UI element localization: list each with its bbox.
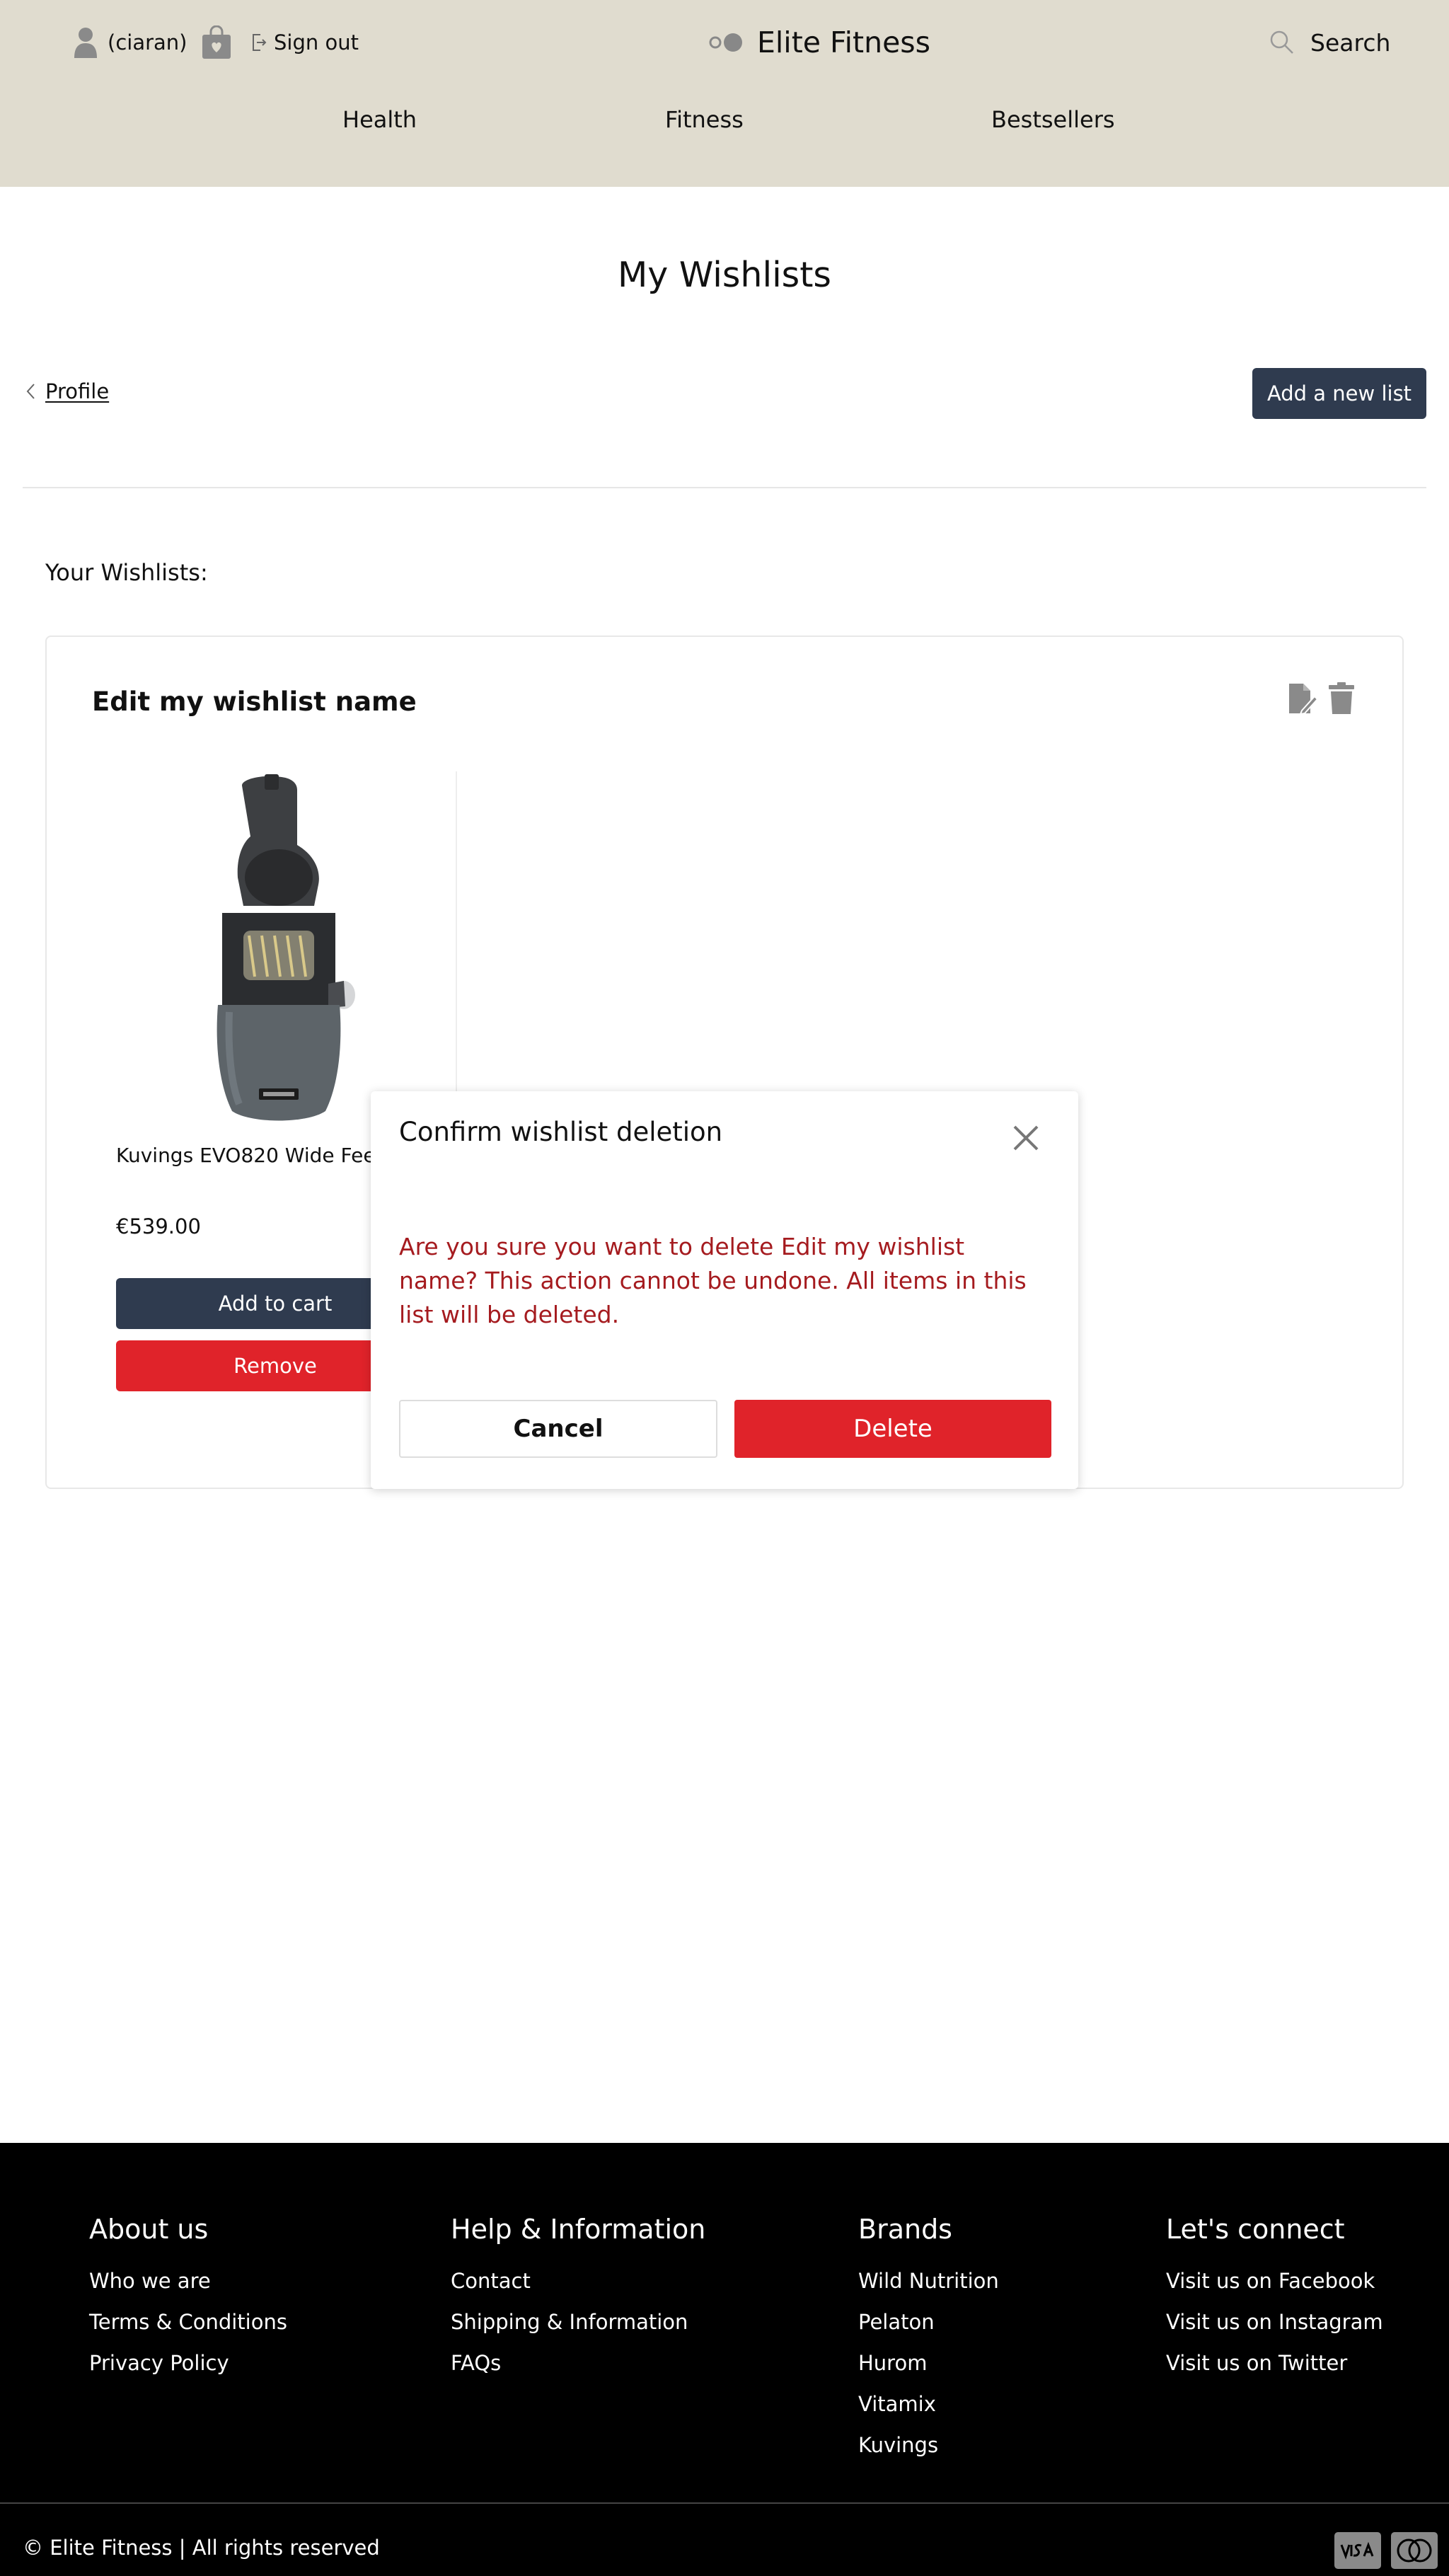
footer-heading: About us [89, 2214, 209, 2245]
search-button[interactable]: Search [1269, 25, 1390, 59]
nav-health[interactable]: Health [342, 106, 417, 133]
footer-heading: Help & Information [451, 2214, 706, 2245]
add-new-list-button[interactable]: Add a new list [1252, 368, 1426, 419]
nav-fitness[interactable]: Fitness [665, 106, 744, 133]
cancel-button[interactable]: Cancel [399, 1400, 717, 1458]
chevron-left-icon [26, 384, 35, 399]
brand-logo[interactable]: Elite Fitness [708, 24, 930, 61]
back-to-profile-link[interactable]: Profile [25, 379, 109, 403]
footer-link[interactable]: Kuvings [858, 2425, 999, 2466]
edit-icon[interactable] [1288, 682, 1317, 715]
search-icon [1270, 30, 1293, 54]
back-label: Profile [45, 379, 110, 403]
section-heading: Your Wishlists: [45, 559, 208, 586]
brand-name: Elite Fitness [757, 25, 931, 59]
footer-link[interactable]: Vitamix [858, 2384, 999, 2425]
footer-link[interactable]: Hurom [858, 2342, 999, 2384]
footer-link[interactable]: Terms & Conditions [89, 2301, 287, 2342]
footer-link[interactable]: Visit us on Facebook [1166, 2260, 1383, 2301]
footer-link[interactable]: Visit us on Twitter [1166, 2342, 1383, 2384]
footer-link[interactable]: Privacy Policy [89, 2342, 287, 2384]
trash-icon[interactable] [1329, 682, 1354, 715]
site-footer: About us Who we are Terms & Conditions P… [0, 2143, 1449, 2576]
close-icon[interactable] [1010, 1122, 1041, 1154]
footer-link[interactable]: FAQs [451, 2342, 705, 2384]
footer-link[interactable]: Wild Nutrition [858, 2260, 999, 2301]
modal-title: Confirm wishlist deletion [399, 1117, 723, 1147]
footer-link[interactable]: Pelaton [858, 2301, 999, 2342]
username: (ciaran) [108, 30, 187, 54]
footer-column-brands: Brands Wild Nutrition Pelaton Hurom Vita… [858, 2214, 999, 2466]
account-link[interactable]: (ciaran) [74, 24, 232, 61]
user-icon [74, 28, 97, 58]
shopping-bag-icon[interactable] [201, 25, 232, 59]
footer-link[interactable]: Who we are [89, 2260, 287, 2301]
page-title: My Wishlists [618, 255, 831, 295]
sign-out-icon [253, 34, 267, 51]
sign-out-label: Sign out [274, 30, 359, 54]
copyright: © Elite Fitness | All rights reserved [23, 2536, 380, 2560]
footer-link[interactable]: Contact [451, 2260, 705, 2301]
footer-link[interactable]: Visit us on Instagram [1166, 2301, 1383, 2342]
footer-column-help: Help & Information Contact Shipping & In… [451, 2214, 705, 2384]
wishlist-name: Edit my wishlist name [92, 686, 417, 717]
mastercard-icon [1391, 2532, 1438, 2569]
site-header: (ciaran) Sign out Elite Fitness Search H… [0, 0, 1449, 187]
confirm-delete-modal: Confirm wishlist deletion Are you sure y… [371, 1091, 1078, 1489]
footer-link[interactable]: Shipping & Information [451, 2301, 705, 2342]
delete-button[interactable]: Delete [734, 1400, 1051, 1458]
product-price: €539.00 [116, 1214, 201, 1238]
sign-out-link[interactable]: Sign out [251, 28, 359, 57]
footer-heading: Let's connect [1166, 2214, 1345, 2245]
search-label: Search [1310, 28, 1391, 57]
footer-divider [0, 2502, 1449, 2504]
logo-icon [709, 33, 742, 52]
divider [23, 487, 1426, 488]
nav-bestsellers[interactable]: Bestsellers [991, 106, 1115, 133]
product-image[interactable] [194, 771, 364, 1125]
modal-message: Are you sure you want to delete Edit my … [399, 1233, 1027, 1328]
footer-column-about: About us Who we are Terms & Conditions P… [89, 2214, 287, 2384]
footer-heading: Brands [858, 2214, 952, 2245]
footer-column-connect: Let's connect Visit us on Facebook Visit… [1166, 2214, 1383, 2384]
visa-icon [1334, 2532, 1381, 2569]
